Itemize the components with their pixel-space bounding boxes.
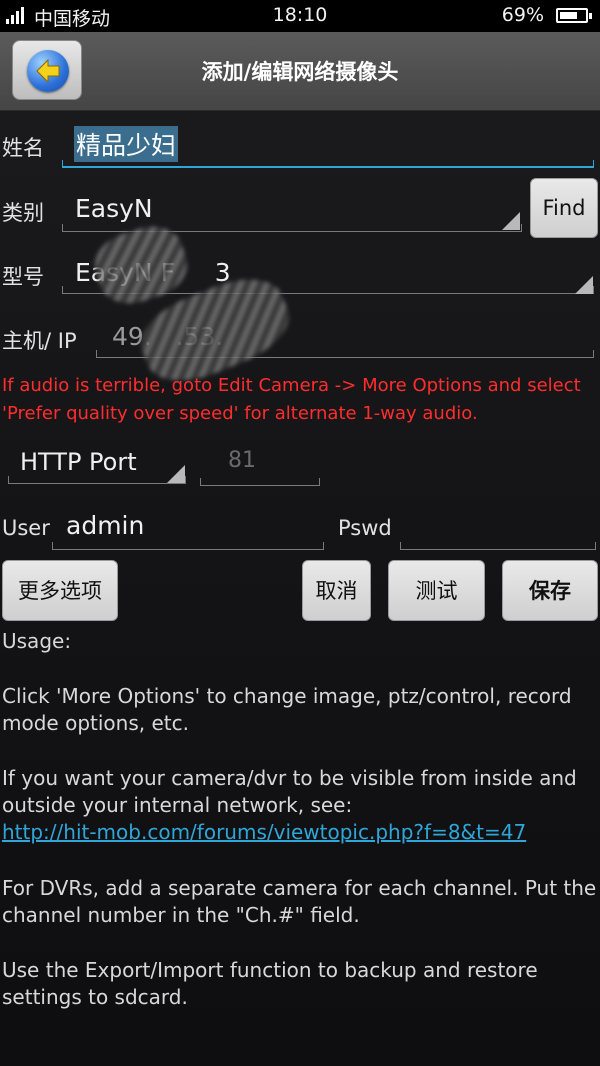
usage-paragraph: For DVRs, add a separate camera for each… [2, 876, 597, 927]
name-field[interactable]: 精品少妇 [74, 126, 179, 162]
name-field-underline [62, 160, 594, 168]
audio-warning: If audio is terrible, goto Edit Camera -… [2, 375, 581, 424]
test-button[interactable]: 测试 [388, 560, 485, 621]
pswd-input-underline [400, 542, 596, 550]
save-button[interactable]: 保存 [502, 560, 598, 621]
page-title: 添加/编辑网络摄像头 [201, 60, 399, 84]
usage-paragraph: If you want your camera/dvr to be visibl… [2, 766, 577, 817]
usage-paragraph: Use the Export/Import function to backup… [2, 958, 538, 1009]
more-options-button[interactable]: 更多选项 [2, 560, 118, 621]
status-bar: 中国移动 18:10 69% [0, 0, 600, 32]
cancel-button[interactable]: 取消 [302, 560, 371, 621]
usage-paragraph: Click 'More Options' to change image, pt… [2, 684, 572, 735]
find-button[interactable]: Find [530, 178, 598, 238]
host-label: 主机/ IP [2, 329, 77, 353]
model-label: 型号 [2, 265, 44, 289]
name-label: 姓名 [2, 136, 44, 160]
pswd-label: Pswd [338, 516, 392, 540]
forum-link[interactable]: http://hit-mob.com/forums/viewtopic.php?… [2, 820, 526, 844]
usage-heading: Usage: [2, 629, 72, 653]
user-input[interactable]: admin [66, 511, 144, 540]
dropdown-arrow-icon [575, 276, 593, 294]
port-type-underline [8, 476, 186, 484]
user-label: User [2, 516, 50, 540]
dropdown-arrow-icon [502, 212, 520, 230]
battery-icon [556, 8, 592, 23]
type-select[interactable]: EasyN [75, 194, 153, 223]
port-input[interactable]: 81 [228, 448, 256, 473]
battery-percent: 69% [501, 4, 544, 26]
type-label: 类别 [2, 201, 44, 225]
find-button-label: Find [542, 196, 586, 220]
port-type-select[interactable]: HTTP Port [20, 448, 137, 476]
user-input-underline [52, 542, 324, 550]
title-bar: 添加/编辑网络摄像头 [0, 32, 600, 111]
port-input-underline [200, 478, 320, 486]
dropdown-arrow-icon [167, 465, 185, 483]
